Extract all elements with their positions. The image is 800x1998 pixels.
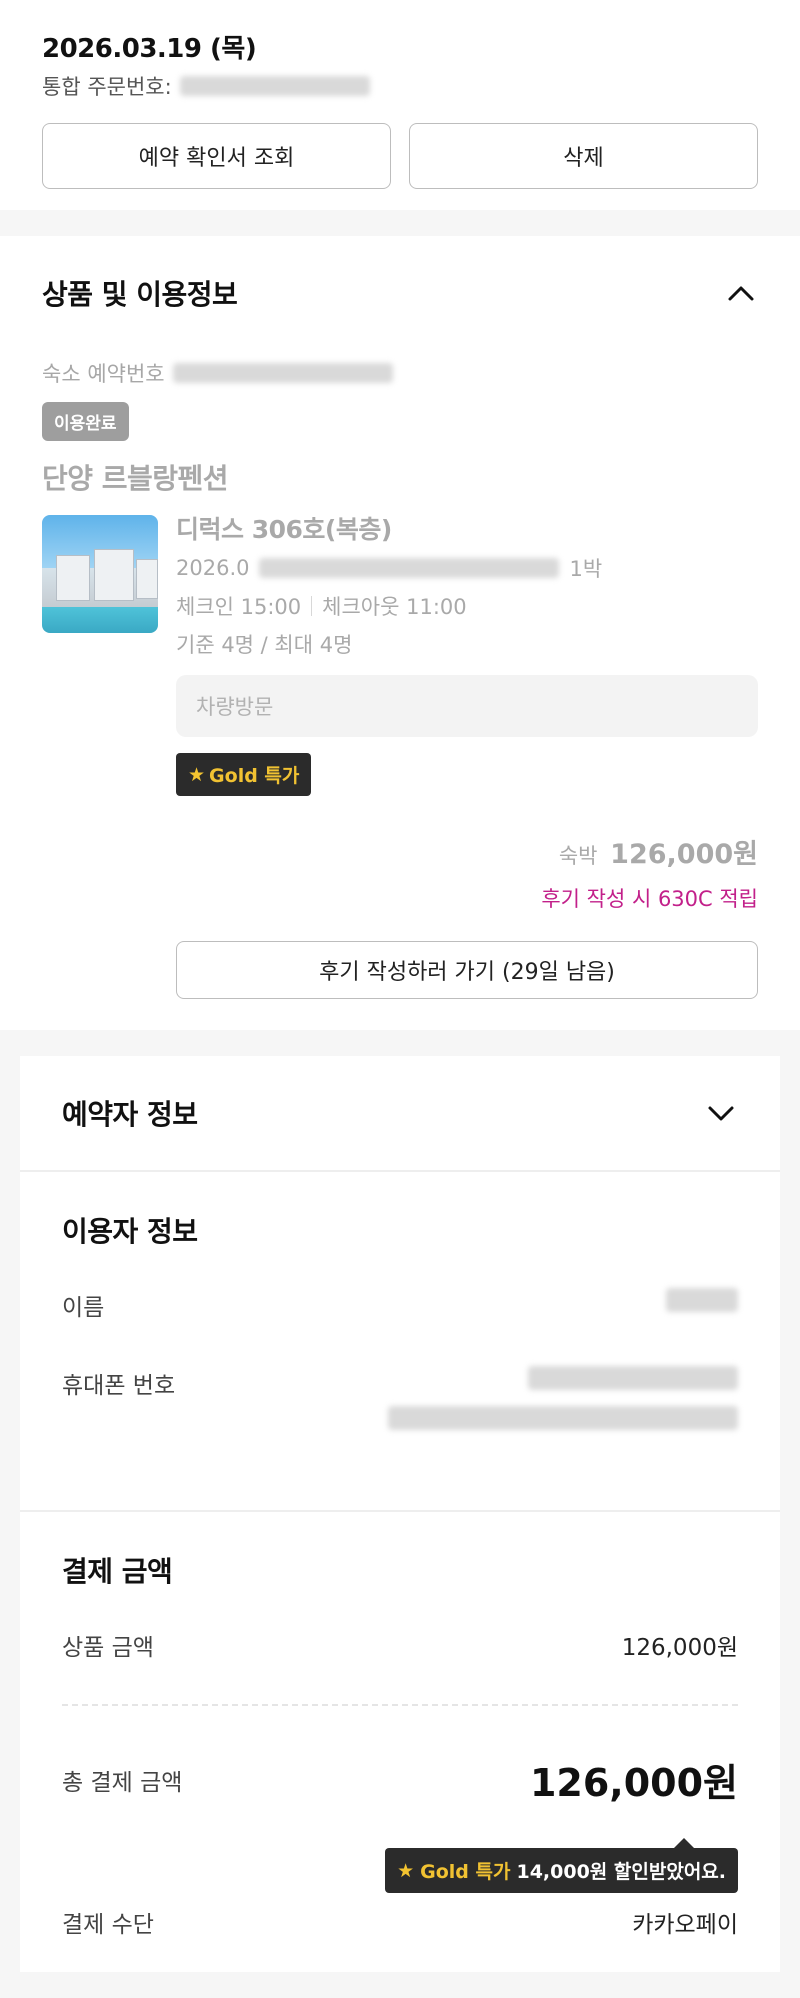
chevron-up-icon[interactable] bbox=[724, 276, 758, 310]
stay-dates-redacted bbox=[259, 558, 560, 578]
capacity: 기준 4명 / 최대 4명 bbox=[176, 633, 353, 657]
payment-method-label: 결제 수단 bbox=[62, 1912, 154, 1938]
user-phone-redacted bbox=[528, 1366, 738, 1390]
booker-card: 예약자 정보 bbox=[20, 1056, 780, 1170]
gold-deal-badge: ★ Gold 특가 bbox=[176, 753, 312, 796]
status-badge: 이용완료 bbox=[42, 402, 129, 441]
discount-gold-label: Gold 특가 bbox=[420, 1861, 511, 1883]
view-confirmation-button[interactable]: 예약 확인서 조회 bbox=[42, 123, 391, 189]
discount-text: 14,000원 할인받았어요. bbox=[516, 1861, 726, 1883]
total-amount-row: 총 결제 금액 126,000원 bbox=[62, 1752, 738, 1807]
reservation-number-redacted bbox=[172, 363, 393, 383]
payment-method-row: 결제 수단 카카오페이 bbox=[62, 1905, 738, 1939]
payment-section-title: 결제 금액 bbox=[62, 1555, 173, 1588]
user-section-title: 이용자 정보 bbox=[62, 1215, 198, 1248]
checkout-time: 체크아웃 11:00 bbox=[322, 595, 467, 619]
product-section-header[interactable]: 상품 및 이용정보 bbox=[42, 236, 758, 350]
star-icon: ★ bbox=[397, 1859, 415, 1882]
room-info: 디럭스 306호(복층) 2026.0 1박 체크인 15:00 체크아웃 11… bbox=[176, 515, 758, 796]
user-phone-row: 휴대폰 번호 bbox=[62, 1366, 738, 1430]
product-amount-row: 상품 금액 126,000원 bbox=[62, 1628, 738, 1662]
delete-button[interactable]: 삭제 bbox=[409, 123, 758, 189]
product-amount-label: 상품 금액 bbox=[62, 1635, 154, 1661]
section-gap bbox=[0, 210, 800, 236]
order-number-line: 통합 주문번호: bbox=[42, 71, 758, 101]
user-phone-label: 휴대폰 번호 bbox=[62, 1373, 176, 1399]
order-actions: 예약 확인서 조회 삭제 bbox=[42, 123, 758, 189]
write-review-button[interactable]: 후기 작성하러 가기 (29일 남음) bbox=[176, 941, 758, 999]
user-section-header: 이용자 정보 bbox=[62, 1172, 738, 1288]
order-number-label: 통합 주문번호: bbox=[42, 75, 172, 99]
order-number-redacted bbox=[179, 76, 370, 96]
order-header: 2026.03.19 (목) 통합 주문번호: 예약 확인서 조회 삭제 bbox=[0, 0, 800, 210]
star-icon: ★ bbox=[188, 763, 206, 786]
room-thumbnail[interactable] bbox=[42, 515, 158, 633]
product-section: 상품 및 이용정보 숙소 예약번호 이용완료 단양 르블랑펜션 디럭스 306호… bbox=[0, 236, 800, 1030]
stay-date-prefix: 2026.0 bbox=[176, 556, 250, 580]
checkin-time: 체크인 15:00 bbox=[176, 595, 302, 619]
visit-method: 차량방문 bbox=[176, 675, 758, 737]
payment-card: 결제 금액 상품 금액 126,000원 총 결제 금액 126,000원 ★ … bbox=[20, 1512, 780, 1972]
discount-tooltip: ★ Gold 특가 14,000원 할인받았어요. bbox=[385, 1838, 738, 1893]
user-name-redacted bbox=[666, 1288, 738, 1312]
user-card: 이용자 정보 이름 휴대폰 번호 bbox=[20, 1172, 780, 1510]
order-date: 2026.03.19 (목) bbox=[42, 34, 257, 64]
booker-section-header[interactable]: 예약자 정보 bbox=[62, 1056, 738, 1170]
room-block: 디럭스 306호(복층) 2026.0 1박 체크인 15:00 체크아웃 11… bbox=[42, 515, 758, 796]
section-gap bbox=[0, 1030, 800, 1056]
nights: 1박 bbox=[569, 557, 603, 581]
total-amount-value: 126,000원 bbox=[529, 1761, 738, 1805]
divider bbox=[311, 596, 313, 616]
checkin-checkout: 체크인 15:00 체크아웃 11:00 bbox=[176, 591, 758, 621]
user-name-label: 이름 bbox=[62, 1295, 105, 1321]
product-section-title: 상품 및 이용정보 bbox=[42, 278, 238, 311]
reservation-number-line: 숙소 예약번호 bbox=[42, 358, 758, 388]
user-phone-note-redacted bbox=[388, 1406, 738, 1430]
dashed-divider bbox=[62, 1704, 738, 1706]
reservation-number-label: 숙소 예약번호 bbox=[42, 362, 165, 386]
stay-price-amount: 126,000원 bbox=[610, 839, 758, 870]
booker-section-title: 예약자 정보 bbox=[62, 1098, 198, 1131]
chevron-down-icon[interactable] bbox=[704, 1096, 738, 1130]
gold-deal-label: Gold 특가 bbox=[209, 765, 300, 787]
stay-price-label: 숙박 bbox=[558, 844, 598, 868]
payment-section-header: 결제 금액 bbox=[62, 1512, 738, 1628]
payment-method-value: 카카오페이 bbox=[632, 1912, 738, 1938]
user-name-row: 이름 bbox=[62, 1288, 738, 1322]
stay-price: 숙박 126,000원 bbox=[42, 832, 758, 871]
total-amount-label: 총 결제 금액 bbox=[62, 1769, 183, 1796]
stay-dates: 2026.0 1박 bbox=[176, 553, 758, 583]
review-point-notice: 후기 작성 시 630C 적립 bbox=[541, 887, 758, 911]
room-name: 디럭스 306호(복층) bbox=[176, 515, 392, 544]
product-amount-value: 126,000원 bbox=[621, 1635, 738, 1661]
hotel-name[interactable]: 단양 르블랑펜션 bbox=[42, 457, 758, 497]
